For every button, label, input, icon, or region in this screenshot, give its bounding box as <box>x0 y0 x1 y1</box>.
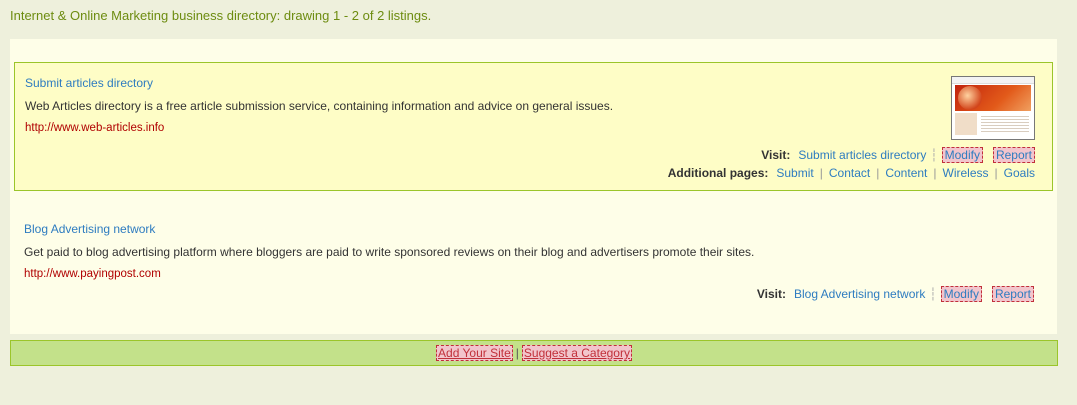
footer-bar: Add Your Site | Suggest a Category <box>10 340 1058 366</box>
listing-title-link[interactable]: Submit articles directory <box>25 76 153 90</box>
listings-panel: Submit articles directory Web Articles d… <box>10 39 1057 334</box>
page-heading: Internet & Online Marketing business dir… <box>10 8 432 23</box>
listing-featured: Submit articles directory Web Articles d… <box>14 62 1053 191</box>
page-link-submit[interactable]: Submit <box>776 166 813 180</box>
page-link-goals[interactable]: Goals <box>1004 166 1035 180</box>
visit-label: Visit: <box>761 148 791 162</box>
thumbnail-graphic <box>958 86 982 110</box>
page-link-content[interactable]: Content <box>885 166 927 180</box>
dotted-separator: ┆ <box>929 287 937 301</box>
page-link-contact[interactable]: Contact <box>829 166 870 180</box>
site-thumbnail[interactable] <box>951 76 1035 140</box>
listing-description: Web Articles directory is a free article… <box>25 99 614 113</box>
thumbnail-header-strip <box>952 77 1034 84</box>
visit-link[interactable]: Submit articles directory <box>798 148 926 162</box>
thumbnail-text-lines <box>981 114 1029 134</box>
modify-button[interactable]: Modify <box>941 147 983 163</box>
footer-separator: | <box>515 346 519 360</box>
report-button[interactable]: Report <box>991 286 1034 302</box>
thumbnail-sidebar <box>955 113 977 135</box>
page-link-wireless[interactable]: Wireless <box>943 166 989 180</box>
visit-row: Visit: Blog Advertising network ┆ Modify… <box>757 286 1034 302</box>
listing-title-link[interactable]: Blog Advertising network <box>24 222 155 236</box>
visit-label: Visit: <box>756 287 786 301</box>
report-button[interactable]: Report <box>992 147 1035 163</box>
visit-row: Visit: Submit articles directory ┆ Modif… <box>761 147 1035 163</box>
listing-plain: Blog Advertising network Get paid to blo… <box>14 215 1051 305</box>
modify-button[interactable]: Modify <box>940 286 982 302</box>
visit-link[interactable]: Blog Advertising network <box>794 287 925 301</box>
additional-pages-row: Additional pages: Submit | Contact | Con… <box>667 166 1035 180</box>
add-your-site-link[interactable]: Add Your Site <box>436 345 513 361</box>
listing-description: Get paid to blog advertising platform wh… <box>24 245 755 259</box>
listing-url-link[interactable]: http://www.payingpost.com <box>24 268 161 280</box>
dotted-separator: ┆ <box>930 148 938 162</box>
suggest-category-link[interactable]: Suggest a Category <box>521 345 632 361</box>
listing-url-link[interactable]: http://www.web-articles.info <box>25 122 164 134</box>
additional-pages-label: Additional pages: <box>667 166 769 180</box>
